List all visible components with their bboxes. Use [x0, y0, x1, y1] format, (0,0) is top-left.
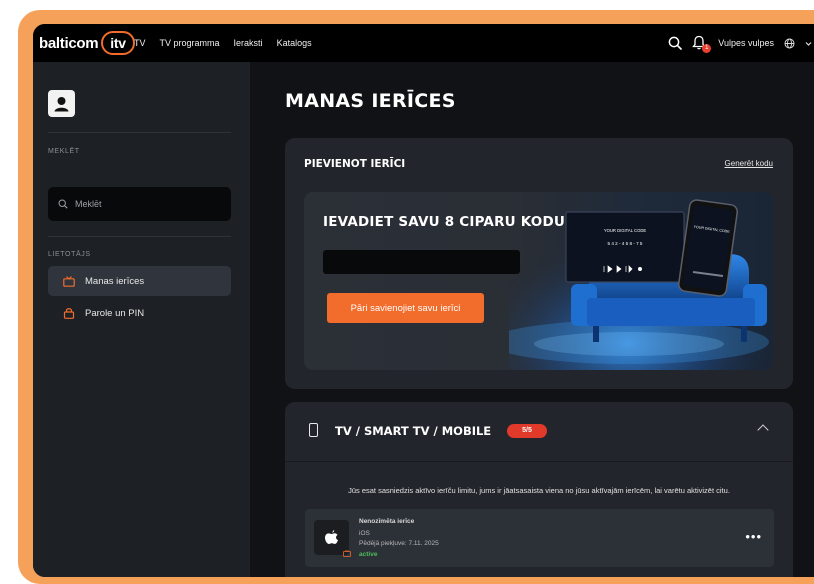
generate-code-link[interactable]: Generēt kodu: [725, 159, 773, 168]
notification-badge: 1: [702, 44, 712, 53]
tv-code-heading: YOUR DIGITAL CODE: [604, 228, 647, 233]
device-os: iOS: [359, 530, 370, 537]
device-name: Nenozīmēta ierīce: [359, 518, 415, 525]
nav-item-tv-programma[interactable]: TV programma: [160, 38, 220, 48]
lock-icon: [63, 308, 75, 319]
logo-itv: itv: [101, 31, 135, 55]
sidebar-item-label: Manas ierīces: [85, 275, 145, 287]
nav-item-tv[interactable]: TV: [134, 38, 146, 48]
notifications-button[interactable]: 1: [692, 35, 712, 53]
device-last-access: Pēdējā piekļuve: 7.11. 2025: [359, 540, 439, 547]
search-placeholder: Meklēt: [75, 199, 102, 209]
app-screen: balticom itv TV TV programma Ieraksti Ka…: [33, 24, 814, 577]
search-section-label: MEKLĒT: [48, 148, 80, 155]
sidebar-divider: [48, 236, 231, 237]
top-bar: balticom itv TV TV programma Ieraksti Ka…: [33, 24, 814, 62]
add-device-card: PIEVIENOT IERĪCI Generēt kodu YOUR DIGIT…: [285, 138, 793, 389]
search-icon[interactable]: [668, 36, 683, 50]
connect-device-button[interactable]: Pāri savienojiet savu ierīci: [327, 293, 484, 323]
logo-text: balticom: [39, 34, 99, 52]
device-status: active: [359, 551, 378, 558]
code-entry-banner: YOUR DIGITAL CODE 5 4 2 - 4 5 8 - 7 5 YO…: [304, 192, 773, 370]
devices-card: TV / SMART TV / MOBILE 5/5 Jūs esat sasn…: [285, 402, 793, 577]
user-section-label: LIETOTĀJS: [48, 251, 91, 258]
mobile-icon: [309, 423, 318, 437]
sidebar-item-label: Parole un PIN: [85, 307, 145, 319]
devices-card-title: TV / SMART TV / MOBILE: [335, 424, 492, 438]
chevron-up-icon[interactable]: [757, 424, 769, 436]
main-content: MANAS IERĪCES PIEVIENOT IERĪCI Generēt k…: [250, 62, 814, 577]
user-menu-icon[interactable]: [784, 38, 795, 49]
banner-title: IEVADIET SAVU 8 CIPARU KODU: [323, 214, 566, 230]
avatar[interactable]: [48, 90, 75, 117]
more-options-icon[interactable]: •••: [745, 529, 762, 544]
search-icon: [58, 199, 68, 209]
tv-icon: [63, 275, 75, 287]
sidebar: MEKLĒT Meklēt LIETOTĀJS Manas ierīces Pa…: [33, 62, 250, 577]
nav-item-katalogs[interactable]: Katalogs: [277, 38, 312, 48]
device-row[interactable]: Nenozīmēta ierīce iOS Pēdējā piekļuve: 7…: [305, 509, 774, 567]
add-device-title: PIEVIENOT IERĪCI: [304, 158, 406, 170]
nav-item-ieraksti[interactable]: Ieraksti: [234, 38, 263, 48]
header-actions: 1 Vulpes vulpes: [668, 24, 814, 62]
chevron-down-icon[interactable]: [805, 40, 812, 47]
search-input[interactable]: Meklēt: [48, 187, 231, 221]
device-limit-message: Jūs esat sasniedzis aktīvo ierīču limitu…: [348, 486, 730, 495]
tv-code-digits: 5 4 2 - 4 5 8 - 7 5: [608, 241, 643, 246]
device-count-badge: 5/5: [507, 424, 547, 438]
sidebar-divider: [48, 132, 231, 133]
apple-icon: [325, 530, 338, 545]
devices-card-header[interactable]: TV / SMART TV / MOBILE 5/5: [285, 402, 793, 462]
page-title: MANAS IERĪCES: [285, 90, 456, 112]
code-input[interactable]: [323, 250, 520, 274]
user-avatar-icon: [54, 97, 69, 112]
tv-icon: [343, 550, 351, 557]
main-nav: TV TV programma Ieraksti Katalogs: [134, 24, 312, 62]
sidebar-item-password-pin[interactable]: Parole un PIN: [48, 298, 231, 328]
user-name[interactable]: Vulpes vulpes: [718, 38, 774, 48]
logo[interactable]: balticom itv: [39, 30, 135, 56]
sidebar-item-my-devices[interactable]: Manas ierīces: [48, 266, 231, 296]
